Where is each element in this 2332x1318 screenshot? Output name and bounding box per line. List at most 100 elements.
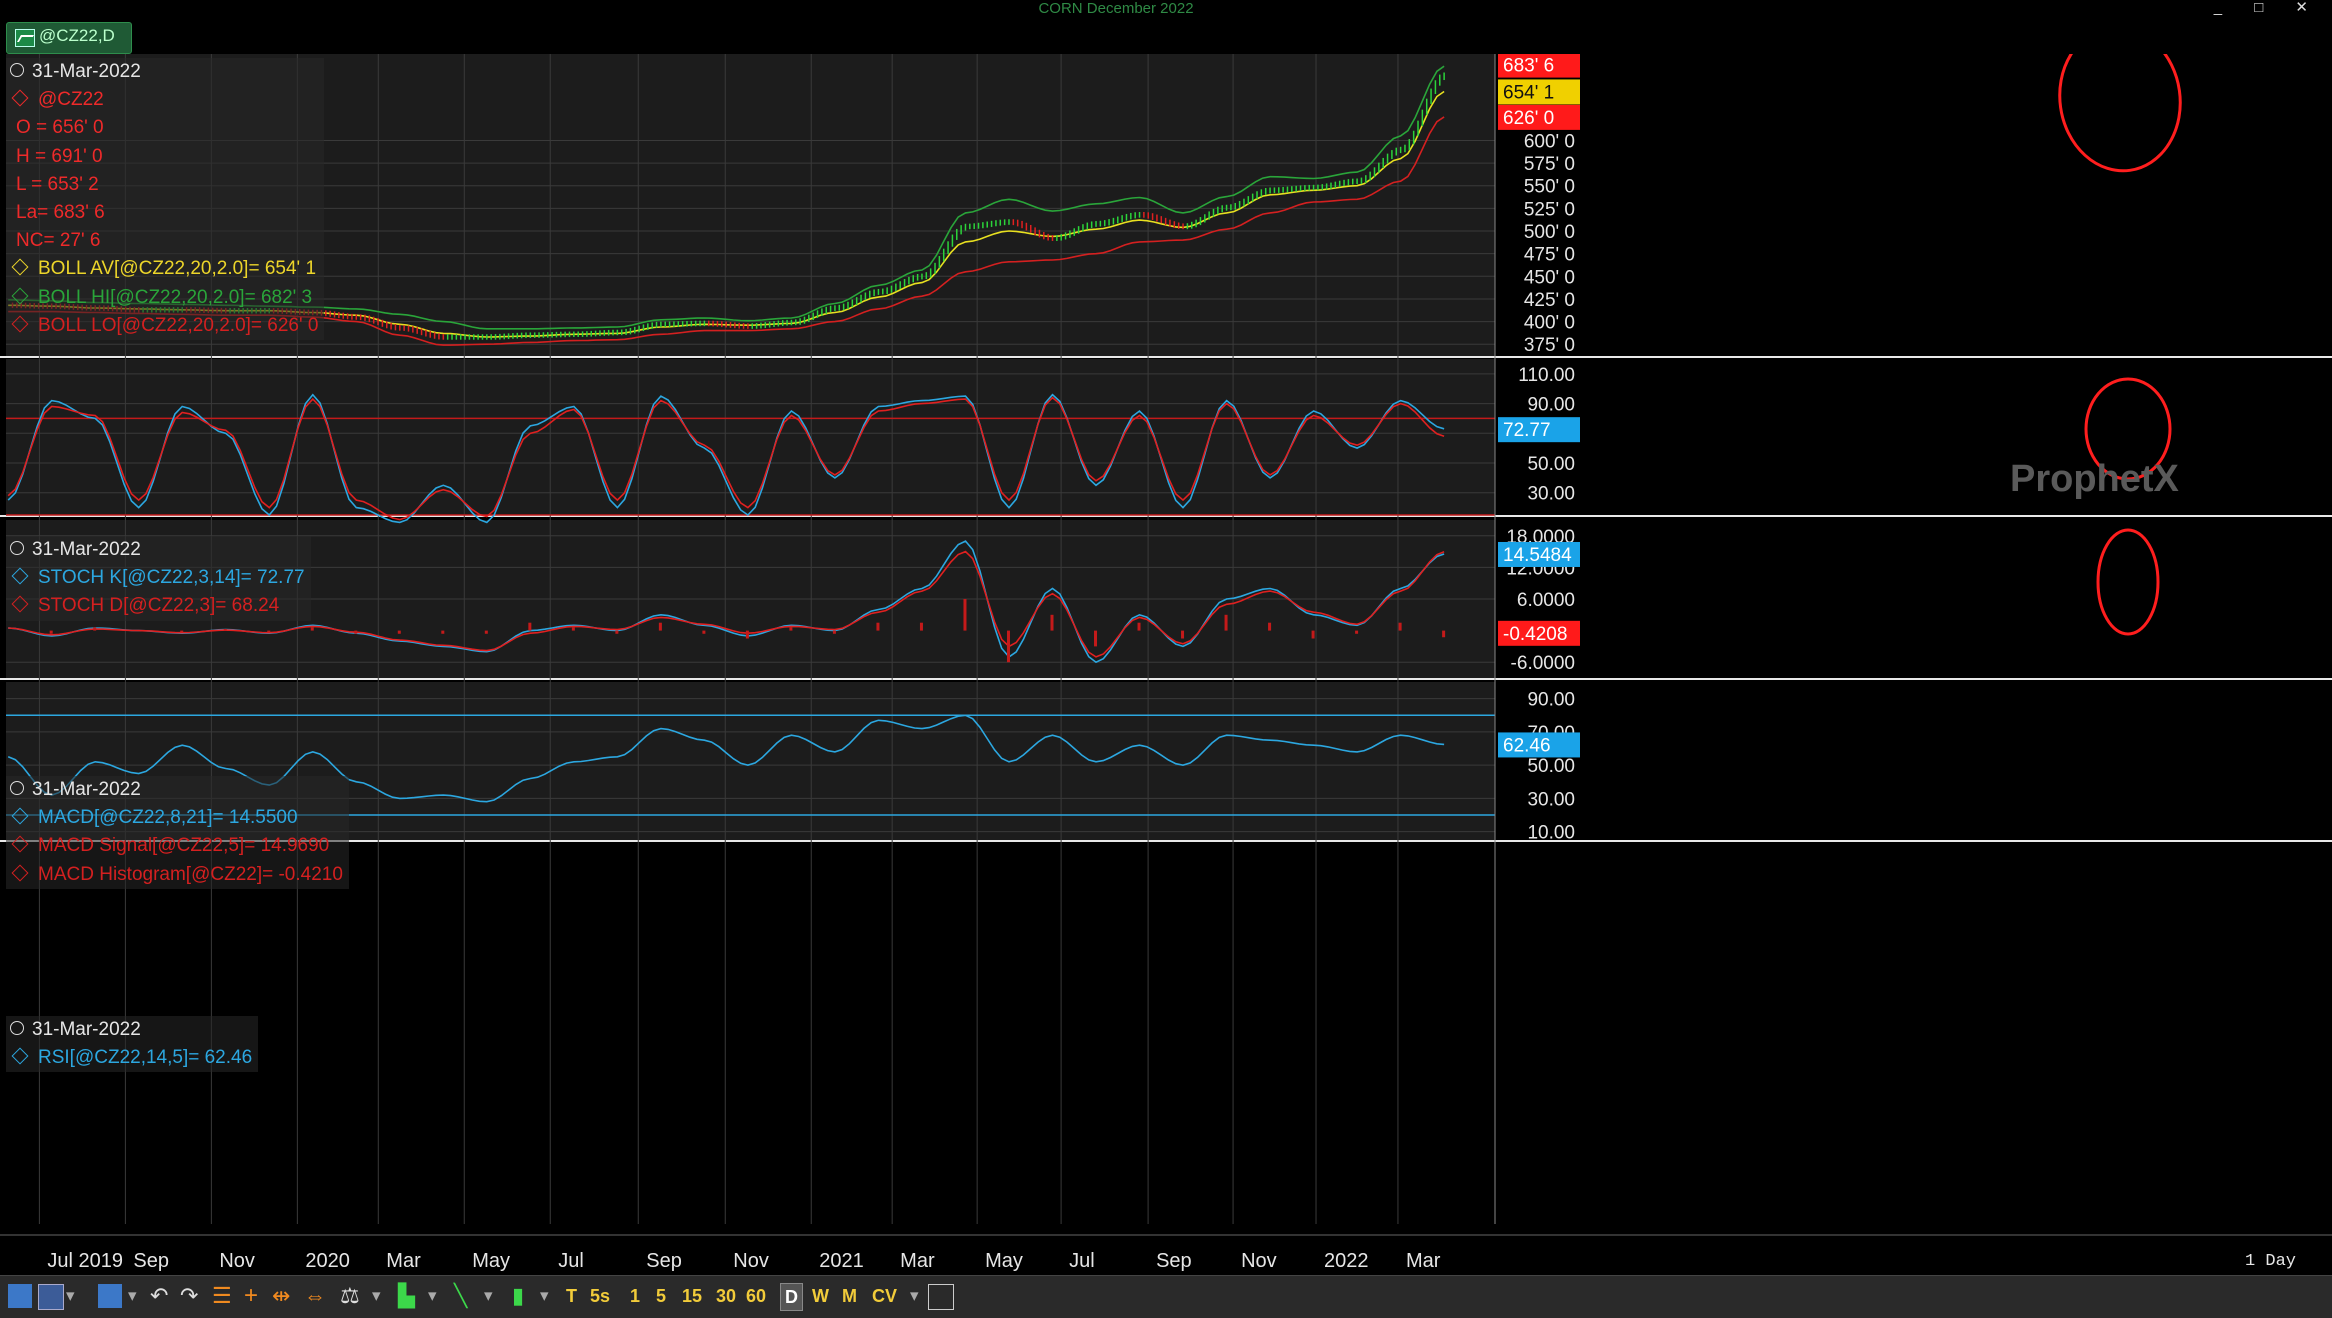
interval-button-5[interactable]: 5 (656, 1283, 666, 1309)
trendline-icon[interactable]: ╲ (454, 1282, 467, 1310)
legend-net-change: NC= 27' 6 (16, 230, 101, 252)
histogram-bar (919, 622, 923, 631)
time-axis-label: Mar (386, 1250, 421, 1272)
series-diamond-icon[interactable] (11, 567, 29, 585)
y-tick-label: 450' 0 (1524, 267, 1575, 288)
macd-legend: 31-Mar-2022 MACD[@CZ22,8,21]= 14.5500 MA… (6, 776, 349, 889)
y-tick-label: 30.00 (1527, 484, 1575, 505)
time-axis-label: Jul (1069, 1250, 1095, 1272)
interval-button-d[interactable]: D (780, 1283, 803, 1311)
time-axis-label: Sep (646, 1250, 682, 1272)
interval-button-5s[interactable]: 5s (590, 1283, 610, 1309)
undo-icon[interactable]: ↶ (150, 1282, 168, 1310)
symbol-tab[interactable]: @CZ22,D (6, 22, 132, 54)
histogram-bar (1311, 630, 1315, 639)
histogram-bar (876, 622, 880, 631)
time-axis-label: Sep (1156, 1250, 1192, 1272)
y-tick-label: 600' 0 (1524, 131, 1575, 152)
price-legend: 31-Mar-2022 @CZ22 O = 656' 0 H = 691' 0 … (6, 58, 325, 341)
chevron-down-icon[interactable]: ▾ (428, 1282, 437, 1310)
series-diamond-icon[interactable] (11, 807, 29, 825)
chevron-down-icon[interactable]: ▾ (128, 1282, 137, 1310)
histogram-bar (1137, 622, 1141, 631)
series-diamond-icon[interactable] (11, 315, 29, 333)
time-axis-label: Nov (733, 1250, 769, 1272)
series-diamond-icon[interactable] (11, 1047, 29, 1065)
bottom-toolbar: ▾ ▾ ↶ ↷ ☰ + ⇹ ⇔ ⚖ ▾ ▙ ▾ ╲ ▾ ▮ ▾ T 5s 1 5 15 3… (0, 1275, 2332, 1318)
prophetx-watermark: ProphetX (2010, 458, 2180, 500)
interval-button-1[interactable]: 1 (630, 1283, 640, 1309)
histogram-bar (310, 627, 314, 631)
interval-button-15[interactable]: 15 (682, 1283, 702, 1309)
legend-last: La= 683' 6 (16, 202, 105, 224)
chevron-down-icon[interactable]: ▾ (372, 1282, 381, 1310)
y-tick-label: 550' 0 (1524, 177, 1575, 198)
series-diamond-icon[interactable] (11, 258, 29, 276)
last-value-label: 654' 1 (1503, 82, 1554, 103)
y-tick-label: 30.00 (1527, 789, 1575, 810)
rsi-legend: 31-Mar-2022 RSI[@CZ22,14,5]= 62.46 (6, 1016, 259, 1073)
legend-macd-signal: MACD Signal[@CZ22,5]= 14.9690 (38, 835, 330, 857)
time-axis-label: May (985, 1250, 1023, 1272)
y-tick-label: 525' 0 (1524, 199, 1575, 220)
legend-date: 31-Mar-2022 (32, 539, 141, 560)
chevron-down-icon[interactable]: ▾ (540, 1282, 549, 1310)
histogram-bar (528, 622, 532, 631)
interval-button-cv[interactable]: CV (872, 1283, 897, 1309)
interval-button-30[interactable]: 30 (716, 1283, 736, 1309)
chevron-down-icon[interactable]: ▾ (910, 1282, 919, 1310)
histogram-bar (1224, 614, 1228, 631)
y-tick-label: 500' 0 (1524, 222, 1575, 243)
histogram-bar (1268, 622, 1272, 631)
interval-button-t[interactable]: T (566, 1283, 577, 1309)
layout-icon[interactable] (38, 1284, 64, 1310)
legend-stoch-d: STOCH D[@CZ22,3]= 68.24 (38, 595, 280, 617)
legend-open: O = 656' 0 (16, 117, 104, 139)
window-controls[interactable]: _ □ ✕ (2214, 0, 2322, 16)
last-value-label: 62.46 (1503, 735, 1551, 756)
time-axis-label: 2020 (305, 1250, 350, 1272)
chevron-down-icon[interactable]: ▾ (484, 1282, 493, 1310)
crosshair-icon[interactable]: + (244, 1282, 258, 1310)
candlestick-icon[interactable]: ▮ (512, 1282, 524, 1310)
expand-icon[interactable]: ⇔ (304, 1282, 326, 1310)
interval-button-w[interactable]: W (812, 1283, 829, 1309)
redo-icon[interactable]: ↷ (180, 1282, 198, 1310)
interval-button-m[interactable]: M (842, 1283, 857, 1309)
download-icon[interactable] (928, 1284, 954, 1310)
zoom-icon[interactable] (10, 1020, 24, 1035)
chart-area[interactable]: Jul 2019 Sep Nov 2020 Mar May Jul Sep Nov 2021 Mar… (0, 54, 2332, 1275)
histogram-bar (571, 627, 575, 631)
period-label: 1 Day (2245, 1252, 2296, 1271)
zoom-icon[interactable] (10, 780, 24, 795)
histogram-bar (1094, 630, 1098, 647)
histogram-bar (223, 629, 227, 631)
y-tick-label: 90.00 (1527, 395, 1575, 416)
y-tick-label: 50.00 (1527, 756, 1575, 777)
bar-chart-icon[interactable]: ▙ (398, 1282, 415, 1310)
legend-boll-hi: BOLL HI[@CZ22,20,2.0]= 682' 3 (38, 286, 313, 308)
legend-date: 31-Mar-2022 (32, 779, 141, 800)
series-diamond-icon[interactable] (11, 864, 29, 882)
series-diamond-icon[interactable] (11, 835, 29, 853)
histogram-bar (49, 630, 53, 634)
histogram-bar (180, 630, 184, 633)
histogram-bar (832, 630, 836, 634)
chevron-down-icon[interactable]: ▾ (66, 1282, 75, 1310)
list-icon[interactable]: ☰ (212, 1282, 232, 1310)
chart-icon (15, 29, 35, 47)
series-diamond-icon[interactable] (11, 287, 29, 305)
series-diamond-icon[interactable] (11, 595, 29, 613)
balance-icon[interactable]: ⚖ (340, 1282, 360, 1310)
zoom-icon[interactable] (10, 540, 24, 555)
cursor-tool-icon[interactable] (8, 1284, 32, 1308)
interval-button-60[interactable]: 60 (746, 1283, 766, 1309)
y-tick-label: 375' 0 (1524, 335, 1575, 356)
last-value-label: 14.5484 (1503, 545, 1572, 566)
print-icon[interactable] (98, 1284, 122, 1308)
zoom-icon[interactable] (10, 62, 24, 77)
series-diamond-icon[interactable] (11, 89, 29, 107)
y-tick-label: 575' 0 (1524, 154, 1575, 175)
compress-icon[interactable]: ⇹ (272, 1282, 290, 1310)
y-tick-label: 110.00 (1518, 365, 1575, 386)
